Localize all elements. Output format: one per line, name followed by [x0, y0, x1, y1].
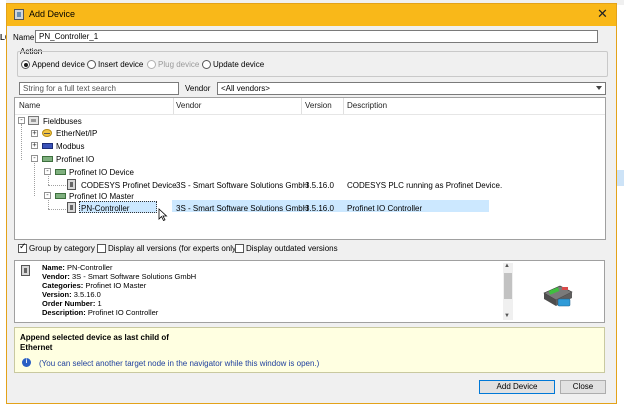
display-outdated-checkbox[interactable]: [235, 244, 244, 253]
modbus-icon: [42, 143, 53, 149]
tree-node-codesys-profinet-device[interactable]: CODESYS Profinet Device: [81, 181, 177, 190]
name-field[interactable]: PN_Controller_1: [35, 30, 598, 43]
hint-line-2: Ethernet: [20, 343, 53, 352]
insert-device-radio[interactable]: [87, 60, 96, 69]
group-by-category-label[interactable]: Group by category: [29, 244, 95, 253]
device-icon: [67, 202, 76, 213]
tree-node-fieldbuses[interactable]: Fieldbuses: [43, 117, 82, 126]
append-device-radio[interactable]: [21, 60, 30, 69]
action-groupbox: Append device Insert device Plug device …: [17, 51, 608, 77]
tree-line: [34, 160, 35, 196]
cell-version: 3.5.16.0: [305, 181, 334, 190]
folder-icon: [28, 116, 39, 125]
add-device-dialog: Add Device ✕ Name PN_Controller_1 Action…: [6, 3, 617, 404]
plug-device-radio: [147, 60, 156, 69]
display-all-versions-label[interactable]: Display all versions (for experts only): [108, 244, 239, 253]
group-by-category-checkbox[interactable]: [18, 242, 27, 253]
collapse-toggle[interactable]: -: [44, 168, 51, 175]
hint-box: Append selected device as last child of …: [14, 327, 605, 373]
column-separator: [173, 98, 174, 114]
cell-vendor: 3S - Smart Software Solutions GmbH: [176, 181, 309, 190]
info-description: Description: Profinet IO Controller: [42, 308, 159, 317]
update-device-radio[interactable]: [202, 60, 211, 69]
plug-device-label: Plug device: [158, 60, 200, 69]
scroll-thumb[interactable]: [504, 273, 512, 299]
tree-node-profinet-io-device[interactable]: Profinet IO Device: [69, 168, 134, 177]
column-header-version[interactable]: Version: [305, 101, 332, 110]
tree-line: [48, 185, 66, 186]
close-button[interactable]: Close: [560, 380, 606, 394]
device-icon: [67, 179, 76, 190]
collapse-toggle[interactable]: -: [31, 155, 38, 162]
info-version: Version: 3.5.16.0: [42, 290, 101, 299]
add-device-button[interactable]: Add Device: [479, 380, 555, 394]
device-icon: [21, 265, 30, 276]
tree-line: [48, 209, 66, 210]
update-device-label[interactable]: Update device: [213, 60, 264, 69]
cell-description: CODESYS PLC running as Profinet Device.: [347, 181, 503, 190]
tree-line: [21, 124, 22, 160]
search-input[interactable]: String for a full text search: [19, 82, 179, 95]
hint-note: (You can select another target node in t…: [39, 359, 320, 368]
info-name: Name: PN-Controller: [42, 263, 113, 272]
device-tree[interactable]: Name Vendor Version Description - Fieldb…: [14, 97, 606, 240]
collapse-toggle[interactable]: -: [44, 192, 51, 199]
device-info-panel: Name: PN-Controller Vendor: 3S - Smart S…: [14, 260, 605, 323]
name-label: Name: [13, 33, 35, 42]
tree-node-modbus[interactable]: Modbus: [56, 142, 84, 151]
profinet-icon: [42, 156, 53, 162]
header-divider: [15, 114, 605, 115]
close-icon[interactable]: ✕: [597, 7, 608, 22]
tree-node-ethernet-ip[interactable]: EtherNet/IP: [56, 129, 97, 138]
collapse-toggle[interactable]: -: [18, 117, 25, 124]
info-order-number: Order Number: 1: [42, 299, 102, 308]
ethernet-ip-icon: [42, 129, 52, 137]
profinet-icon: [55, 193, 66, 199]
vendor-label: Vendor: [185, 84, 211, 93]
vendor-selected-value: <All vendors>: [221, 84, 270, 93]
info-categories: Categories: Profinet IO Master: [42, 281, 147, 290]
column-separator: [343, 98, 344, 114]
scroll-down-icon[interactable]: ▼: [504, 313, 510, 319]
hint-line-1: Append selected device as last child of: [20, 333, 169, 342]
column-separator: [301, 98, 302, 114]
cell-version: 3.5.16.0: [305, 204, 334, 213]
profinet-controller-image-icon: [543, 285, 573, 307]
scroll-up-icon[interactable]: ▲: [504, 263, 510, 269]
title-bar: Add Device ✕: [7, 4, 616, 26]
display-all-versions-checkbox[interactable]: [97, 244, 106, 253]
info-scrollbar[interactable]: ▲ ▼: [503, 263, 513, 320]
column-header-name[interactable]: Name: [19, 101, 40, 110]
display-outdated-label[interactable]: Display outdated versions: [246, 244, 338, 253]
info-icon: i: [22, 358, 31, 367]
profinet-icon: [55, 169, 66, 175]
expand-toggle[interactable]: +: [31, 130, 38, 137]
insert-device-label[interactable]: Insert device: [98, 60, 143, 69]
column-header-vendor[interactable]: Vendor: [176, 101, 201, 110]
tree-node-profinet-io-master[interactable]: Profinet IO Master: [69, 192, 134, 201]
dialog-app-icon: [14, 9, 24, 20]
tree-node-profinet-io[interactable]: Profinet IO: [56, 155, 94, 164]
chevron-down-icon: [596, 86, 602, 90]
cell-vendor: 3S - Smart Software Solutions GmbH: [176, 204, 309, 213]
expand-toggle[interactable]: +: [31, 142, 38, 149]
tree-node-pn-controller[interactable]: PN-Controller: [81, 204, 129, 213]
info-vendor: Vendor: 3S - Smart Software Solutions Gm…: [42, 272, 197, 281]
cell-description: Profinet IO Controller: [347, 204, 423, 213]
vendor-dropdown[interactable]: <All vendors>: [217, 82, 606, 95]
mouse-cursor-icon: [158, 208, 168, 222]
column-header-description[interactable]: Description: [347, 101, 387, 110]
append-device-label[interactable]: Append device: [32, 60, 85, 69]
dialog-title: Add Device: [29, 9, 76, 19]
